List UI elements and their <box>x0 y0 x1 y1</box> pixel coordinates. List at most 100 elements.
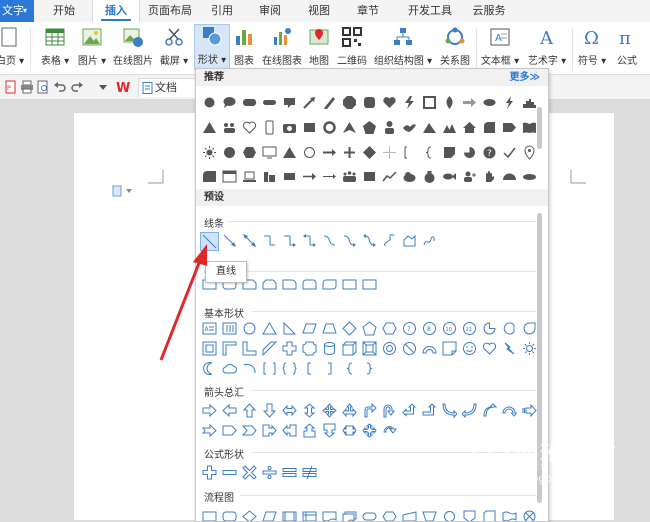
arc-shape-icon[interactable] <box>242 361 257 376</box>
arrow-up-down-outline-icon[interactable] <box>302 403 317 418</box>
rectangle-shape-icon[interactable] <box>282 169 297 184</box>
pdf-export-icon[interactable]: P <box>4 80 18 94</box>
curved-connector-shape-icon[interactable] <box>322 233 337 248</box>
online-chart-button[interactable]: 在线图表 <box>260 26 304 72</box>
smiley-shape-icon[interactable] <box>462 341 477 356</box>
circular-arrow-outline-icon[interactable] <box>382 423 397 438</box>
arrow-right-2-shape-icon[interactable] <box>302 169 317 184</box>
wordart-button[interactable]: A 艺术字 ▾ <box>524 26 570 72</box>
arrow-right-shape-icon[interactable] <box>322 145 337 160</box>
check-shape-icon[interactable] <box>502 145 517 160</box>
flow-card-icon[interactable] <box>482 509 497 522</box>
divide-sign-shape-icon[interactable] <box>262 465 277 480</box>
house-shape-icon[interactable] <box>462 120 477 135</box>
left-bracket-shape-icon[interactable] <box>302 361 317 376</box>
cloud-outline-shape-icon[interactable] <box>222 361 237 376</box>
striped-right-arrow-outline-icon[interactable] <box>522 403 537 418</box>
screenshot-button[interactable]: 截屏 ▾ <box>156 26 192 72</box>
can-shape-icon[interactable] <box>322 341 337 356</box>
flat-ellipse-shape-icon[interactable] <box>522 169 537 184</box>
tab-view[interactable]: 视图 <box>302 0 336 22</box>
ring-shape-icon[interactable] <box>322 120 337 135</box>
double-triangle-shape-icon[interactable] <box>442 120 457 135</box>
filled-circle-shape-icon[interactable] <box>222 145 237 160</box>
line-chart-shape-icon[interactable] <box>382 169 397 184</box>
lightning-outline-shape-icon[interactable] <box>502 341 517 356</box>
arrow-left-outline-icon[interactable] <box>222 403 237 418</box>
rounded-corner-shape-icon[interactable] <box>482 120 497 135</box>
heart-blue-shape-icon[interactable] <box>482 341 497 356</box>
isosceles-triangle-shape-icon[interactable] <box>262 321 277 336</box>
right-arrow-shape-icon[interactable] <box>462 95 477 110</box>
cube-shape-icon[interactable] <box>342 341 357 356</box>
flow-offpage-icon[interactable] <box>462 509 477 522</box>
cloud-shape-icon[interactable] <box>402 169 417 184</box>
scribble-shape-icon[interactable] <box>422 233 437 248</box>
document-tab[interactable]: 文档1.do <box>138 78 200 112</box>
rounded-tab-shape-icon[interactable] <box>202 169 217 184</box>
double-arrow-line-shape-icon[interactable] <box>242 233 257 248</box>
more-link[interactable]: 更多≫ <box>502 69 540 86</box>
trapezoid-shape-icon[interactable] <box>322 321 337 336</box>
octagon-outline-shape-icon[interactable]: 8 <box>422 321 437 336</box>
bent-up-arrow-outline-icon[interactable] <box>422 403 437 418</box>
double-bracket-shape-icon[interactable] <box>262 361 277 376</box>
l-shape-icon[interactable] <box>242 341 257 356</box>
location-pin-shape-icon[interactable] <box>522 145 537 160</box>
flow-predefined-process-icon[interactable] <box>282 509 297 522</box>
callout-shape-icon[interactable] <box>282 95 297 110</box>
circle-shape-icon[interactable] <box>202 95 217 110</box>
chart-button[interactable]: 图表 <box>230 26 258 72</box>
equal-sign-shape-icon[interactable] <box>282 465 297 480</box>
triangle-up-shape-icon[interactable] <box>282 145 297 160</box>
down-arrow-callout-outline-icon[interactable] <box>322 423 337 438</box>
tag-shape-icon[interactable] <box>502 120 517 135</box>
pie-outline-shape-icon[interactable] <box>482 321 497 336</box>
up-arrow-callout-outline-icon[interactable] <box>302 423 317 438</box>
diamond-outline-shape-icon[interactable] <box>342 321 357 336</box>
curved-down-arrow-outline-icon[interactable] <box>502 403 517 418</box>
arrow-line-shape-icon[interactable] <box>222 233 237 248</box>
sun-outline-shape-icon[interactable] <box>522 341 537 356</box>
diagonal-stripe-shape-icon[interactable] <box>262 341 277 356</box>
arrow-down-outline-icon[interactable] <box>262 403 277 418</box>
undo-icon[interactable] <box>53 80 67 94</box>
pie-shape-icon[interactable] <box>462 145 477 160</box>
app-menu-button[interactable]: 文字 ▾ <box>0 0 34 22</box>
plain-rect-shape-icon[interactable] <box>342 277 357 292</box>
half-circle-shape-icon[interactable] <box>502 169 517 184</box>
recommended-scrollbar[interactable] <box>537 107 542 149</box>
pentagon-outline-shape-icon[interactable] <box>362 321 377 336</box>
paragraph-layout-icon[interactable] <box>112 185 136 197</box>
brace-shape-icon[interactable] <box>422 145 437 160</box>
relation-chart-button[interactable]: 关系图 <box>437 26 473 72</box>
diagonal-round-rect-shape-icon[interactable] <box>322 277 337 292</box>
frame-shape-icon[interactable] <box>422 95 437 110</box>
quad-arrow-outline-icon[interactable] <box>322 403 337 418</box>
right-bracket-shape-icon[interactable] <box>322 361 337 376</box>
formula-button[interactable]: π 公式 <box>612 26 642 72</box>
pen-shape-icon[interactable] <box>322 95 337 110</box>
right-triangle-shape-icon[interactable] <box>282 321 297 336</box>
flow-alternate-process-icon[interactable] <box>222 509 237 522</box>
shape-button[interactable]: 形状 ▾ <box>194 24 230 70</box>
bracket-shape-icon[interactable] <box>402 145 417 160</box>
decagon-shape-icon[interactable]: 10 <box>442 321 457 336</box>
elbow-double-arrow-connector-shape-icon[interactable] <box>302 233 317 248</box>
vertical-text-box-shape-icon[interactable] <box>222 321 237 336</box>
square-shape-icon[interactable] <box>302 120 317 135</box>
laptop-shape-icon[interactable] <box>242 169 257 184</box>
flow-process-icon[interactable] <box>202 509 217 522</box>
map-button[interactable]: 地图 <box>305 26 333 72</box>
heart-shape-icon[interactable] <box>382 95 397 110</box>
tab-page-layout[interactable]: 页面布局 <box>145 0 195 22</box>
quad-arrow-callout-outline-icon[interactable] <box>362 423 377 438</box>
square-outline-shape-icon[interactable] <box>362 277 377 292</box>
blank-page-button[interactable]: 白页 ▾ <box>0 26 24 72</box>
hexagon-shape-icon[interactable] <box>242 145 257 160</box>
oval-shape-icon[interactable] <box>242 321 257 336</box>
online-picture-button[interactable]: 在线图片 <box>110 26 156 72</box>
curved-left-arrow-outline-icon[interactable] <box>462 403 477 418</box>
rect-dark-shape-icon[interactable] <box>362 169 377 184</box>
teardrop-shape-icon[interactable] <box>442 95 457 110</box>
